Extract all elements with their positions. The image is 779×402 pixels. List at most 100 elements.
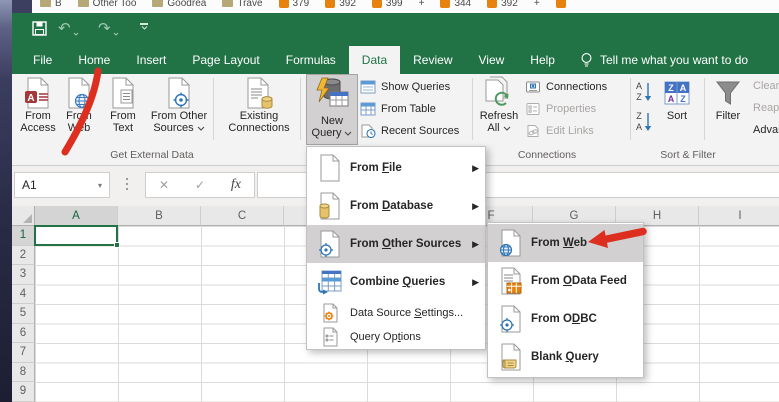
new-query-button[interactable]: New Query	[306, 74, 358, 145]
formula-bar-drag-handle[interactable]	[126, 178, 128, 193]
ribbon-big-button[interactable]: From Other Sources	[146, 76, 212, 134]
bookmark-label: 399	[386, 0, 403, 9]
insert-function-button[interactable]: fx	[231, 177, 241, 193]
submenu-arrow-icon: ▶	[472, 201, 479, 212]
ribbon-tab[interactable]: File	[20, 46, 65, 74]
row-header[interactable]: 7	[12, 343, 35, 363]
from-text-icon	[108, 77, 138, 109]
save-button[interactable]	[32, 21, 47, 36]
menu-item[interactable]: From File ▶	[307, 149, 485, 187]
column-header[interactable]: A	[35, 206, 118, 226]
row-header[interactable]: 9	[12, 382, 35, 402]
menu-item[interactable]: From Other Sources ▶	[307, 225, 485, 263]
row-header[interactable]: 8	[12, 363, 35, 383]
from-other-sources-icon	[164, 77, 194, 109]
enter-button[interactable]: ✓	[195, 178, 205, 192]
menu-item[interactable]: Combine Queries ▶	[307, 263, 485, 301]
ribbon-small-button[interactable]: Recent Sources	[360, 122, 459, 140]
submenu-item[interactable]: Blank Query	[488, 338, 643, 376]
ribbon-small-button[interactable]: Advanced	[748, 120, 779, 140]
from-table-icon	[360, 102, 376, 116]
tell-me-box[interactable]: Tell me what you want to do	[580, 46, 748, 74]
name-box[interactable]: A1 ▾	[14, 172, 110, 198]
ribbon-small-button[interactable]: Clear	[748, 76, 779, 96]
bookmark-folder-icon	[222, 0, 233, 7]
ribbon-big-button[interactable]: From Web	[60, 76, 98, 134]
bookmark-label: 379	[293, 0, 310, 9]
from-other-sources-icon	[318, 230, 342, 258]
bookmark-item[interactable]: 392	[325, 0, 356, 9]
bookmark-favicon	[440, 0, 450, 8]
bookmark-item[interactable]: Other Too	[78, 0, 137, 9]
ribbon-small-button[interactable]: Reapply	[748, 98, 779, 118]
bookmark-item[interactable]: Trave	[222, 0, 262, 9]
chevron-down-icon	[344, 131, 352, 136]
row-header[interactable]: 4	[12, 285, 35, 305]
ribbon-small-button[interactable]: From Table	[360, 100, 459, 118]
menu-item[interactable]: Data Source Settings...	[307, 301, 485, 325]
from-web-icon	[64, 77, 94, 109]
ribbon-small-button[interactable]: Connections	[525, 78, 607, 96]
row-header[interactable]: 1	[12, 226, 35, 246]
ribbon-tab[interactable]: View	[466, 46, 518, 74]
bookmark-item[interactable]: +	[419, 0, 425, 9]
ribbon-tab[interactable]: Page Layout	[179, 46, 272, 74]
menu-item[interactable]: From Database ▶	[307, 187, 485, 225]
column-header[interactable]: C	[201, 206, 284, 226]
customize-qat-icon	[140, 23, 148, 25]
bookmark-item[interactable]	[556, 0, 570, 8]
ribbon-tab[interactable]: Data	[349, 46, 400, 74]
row-header[interactable]: 3	[12, 265, 35, 285]
select-all-corner[interactable]	[12, 206, 35, 226]
row-header[interactable]: 6	[12, 324, 35, 344]
bookmark-favicon	[325, 0, 335, 8]
svg-text:Z: Z	[636, 92, 642, 102]
name-box-dropdown-icon[interactable]: ▾	[98, 181, 109, 190]
filter-icon	[713, 79, 743, 107]
fill-handle[interactable]	[114, 242, 120, 248]
redo-button[interactable]: ↷	[98, 21, 119, 36]
ribbon-tab[interactable]: Formulas	[273, 46, 349, 74]
filter-button[interactable]: Filter	[710, 76, 746, 122]
row-header[interactable]: 2	[12, 246, 35, 266]
submenu-item[interactable]: From ODBC	[488, 300, 643, 338]
cancel-button[interactable]: ✕	[159, 178, 169, 192]
ribbon-tab[interactable]: Home	[65, 46, 123, 74]
sort-ascending-button[interactable]: AZ	[634, 80, 654, 105]
selected-cell-a1[interactable]	[34, 225, 118, 246]
column-header[interactable]: B	[118, 206, 201, 226]
ribbon-small-button[interactable]: Edit Links	[525, 122, 607, 140]
browser-bookmarks-bar: B Other Too Goodrea Trave 379 392	[32, 0, 779, 13]
chevron-down-icon	[73, 32, 79, 36]
ribbon-tab[interactable]: Help	[517, 46, 568, 74]
existing-connections-icon	[244, 77, 274, 109]
existing-connections-button[interactable]: Existing Connections	[218, 76, 300, 134]
ribbon-small-button[interactable]: Properties	[525, 100, 607, 118]
ribbon-small-button[interactable]: Show Queries	[360, 78, 459, 96]
bookmark-item[interactable]: 344	[440, 0, 471, 9]
sort-descending-button[interactable]: ZA	[634, 110, 654, 135]
submenu-item[interactable]: From Web	[488, 224, 643, 262]
column-header[interactable]: I	[699, 206, 779, 226]
tell-me-label: Tell me what you want to do	[600, 53, 748, 67]
svg-text:A: A	[27, 93, 34, 104]
refresh-all-button[interactable]: Refresh All	[476, 76, 522, 134]
bookmark-item[interactable]: 379	[279, 0, 310, 9]
undo-button[interactable]: ↶	[58, 21, 79, 36]
bookmark-item[interactable]: Goodrea	[152, 0, 206, 9]
bookmark-item[interactable]: 399	[372, 0, 403, 9]
ribbon-big-button[interactable]: A From Access	[16, 76, 60, 134]
ribbon-big-button[interactable]: From Text	[100, 76, 146, 134]
submenu-item[interactable]: From OData Feed	[488, 262, 643, 300]
sort-filter-stack: Clear Reapply Advanced	[748, 76, 779, 140]
menu-item[interactable]: Query Options	[307, 325, 485, 349]
sort-button[interactable]: ZAAZ Sort	[658, 76, 696, 122]
from-access-icon: A	[23, 77, 53, 109]
ribbon-tab[interactable]: Insert	[123, 46, 179, 74]
ribbon-tab[interactable]: Review	[400, 46, 465, 74]
customize-quick-access-toolbar-button[interactable]	[140, 23, 148, 30]
row-header[interactable]: 5	[12, 304, 35, 324]
bookmark-item[interactable]: +	[534, 0, 540, 9]
bookmark-item[interactable]: 392	[487, 0, 518, 9]
bookmark-item[interactable]: B	[40, 0, 62, 9]
